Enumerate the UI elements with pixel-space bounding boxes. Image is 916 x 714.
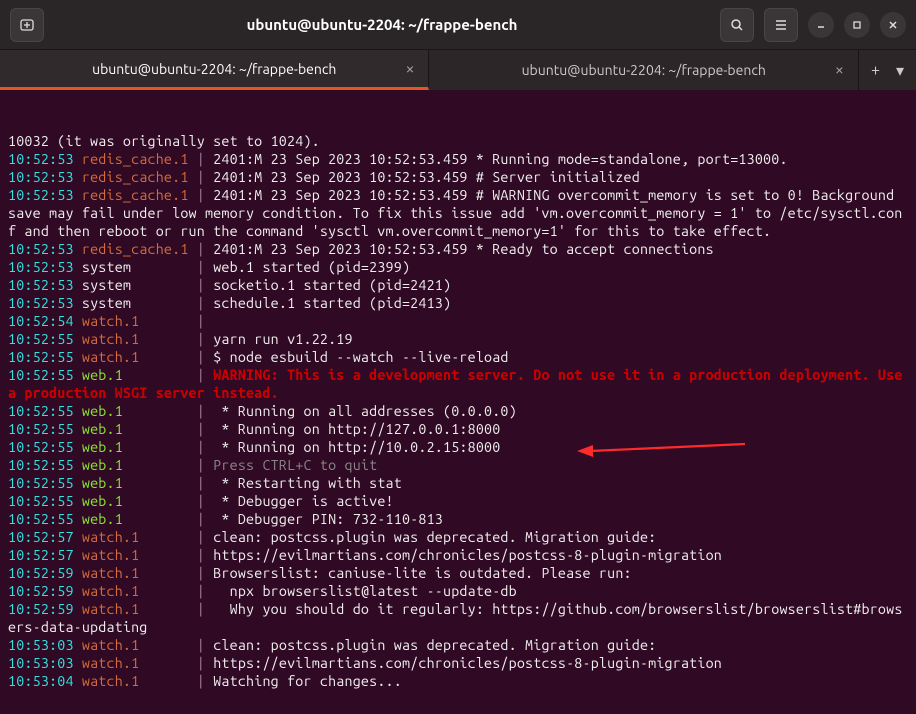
window-title: ubuntu@ubuntu-2204: ~/frappe-bench bbox=[52, 16, 712, 33]
terminal-output[interactable]: 10032 (it was originally set to 1024).10… bbox=[0, 90, 916, 714]
new-tab-button[interactable] bbox=[10, 8, 44, 42]
terminal-line: 10:52:55 web.1 | * Restarting with stat bbox=[8, 474, 908, 492]
terminal-line: 10:52:55 web.1 | * Debugger PIN: 732-110… bbox=[8, 510, 908, 528]
terminal-line: 10:52:55 web.1 | WARNING: This is a deve… bbox=[8, 366, 908, 402]
terminal-line: 10:52:53 system | web.1 started (pid=239… bbox=[8, 258, 908, 276]
terminal-line: 10:52:53 system | socketio.1 started (pi… bbox=[8, 276, 908, 294]
minimize-button[interactable] bbox=[808, 12, 834, 38]
tab-close-icon[interactable]: × bbox=[835, 61, 844, 79]
terminal-line: 10:52:55 web.1 | * Running on http://10.… bbox=[8, 438, 908, 456]
terminal-line: 10:53:04 watch.1 | Watching for changes.… bbox=[8, 672, 908, 690]
maximize-button[interactable] bbox=[844, 12, 870, 38]
tab-0[interactable]: ubuntu@ubuntu-2204: ~/frappe-bench × bbox=[0, 50, 429, 90]
tabbar-controls: + ▾ bbox=[859, 50, 916, 90]
tab-dropdown-button[interactable]: ▾ bbox=[896, 61, 904, 80]
terminal-line: 10:52:55 web.1 | Press CTRL+C to quit bbox=[8, 456, 908, 474]
terminal-line: 10:52:53 redis_cache.1 | 2401:M 23 Sep 2… bbox=[8, 240, 908, 258]
tab-label: ubuntu@ubuntu-2204: ~/frappe-bench bbox=[92, 61, 336, 77]
tab-close-icon[interactable]: × bbox=[405, 60, 414, 78]
terminal-line: 10:52:57 watch.1 | clean: postcss.plugin… bbox=[8, 528, 908, 546]
terminal-line: 10:52:53 redis_cache.1 | 2401:M 23 Sep 2… bbox=[8, 150, 908, 168]
titlebar-left bbox=[10, 8, 44, 42]
titlebar-right bbox=[720, 8, 906, 42]
menu-button[interactable] bbox=[764, 8, 798, 42]
terminal-line: 10:52:55 web.1 | * Running on all addres… bbox=[8, 402, 908, 420]
terminal-line: 10:52:59 watch.1 | Why you should do it … bbox=[8, 600, 908, 636]
terminal-line: 10:52:55 watch.1 | $ node esbuild --watc… bbox=[8, 348, 908, 366]
close-button[interactable] bbox=[880, 12, 906, 38]
terminal-line: 10:52:55 web.1 | * Debugger is active! bbox=[8, 492, 908, 510]
terminal-line: 10:53:03 watch.1 | https://evilmartians.… bbox=[8, 654, 908, 672]
terminal-line: 10:52:55 web.1 | * Running on http://127… bbox=[8, 420, 908, 438]
terminal-line: 10032 (it was originally set to 1024). bbox=[8, 132, 908, 150]
terminal-line: 10:52:54 watch.1 | bbox=[8, 312, 908, 330]
terminal-line: 10:52:53 redis_cache.1 | 2401:M 23 Sep 2… bbox=[8, 186, 908, 240]
terminal-line: 10:52:53 redis_cache.1 | 2401:M 23 Sep 2… bbox=[8, 168, 908, 186]
terminal-line: 10:52:55 watch.1 | yarn run v1.22.19 bbox=[8, 330, 908, 348]
terminal-line: 10:52:57 watch.1 | https://evilmartians.… bbox=[8, 546, 908, 564]
terminal-line: 10:52:59 watch.1 | Browserslist: caniuse… bbox=[8, 564, 908, 582]
search-button[interactable] bbox=[720, 8, 754, 42]
tab-add-button[interactable]: + bbox=[871, 61, 880, 79]
titlebar: ubuntu@ubuntu-2204: ~/frappe-bench bbox=[0, 0, 916, 50]
tabbar: ubuntu@ubuntu-2204: ~/frappe-bench × ubu… bbox=[0, 50, 916, 90]
tab-label: ubuntu@ubuntu-2204: ~/frappe-bench bbox=[522, 62, 766, 78]
terminal-line: 10:52:53 system | schedule.1 started (pi… bbox=[8, 294, 908, 312]
tab-1[interactable]: ubuntu@ubuntu-2204: ~/frappe-bench × bbox=[429, 50, 858, 90]
terminal-line: 10:52:59 watch.1 | npx browserslist@late… bbox=[8, 582, 908, 600]
terminal-line: 10:53:03 watch.1 | clean: postcss.plugin… bbox=[8, 636, 908, 654]
